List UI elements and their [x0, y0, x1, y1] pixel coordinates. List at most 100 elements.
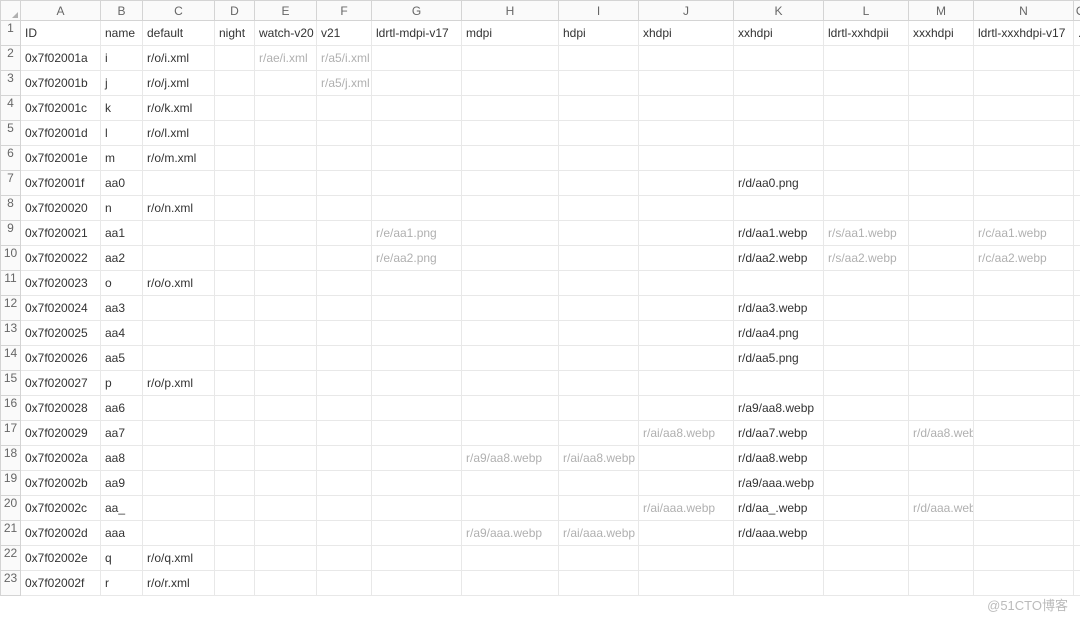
cell-G18[interactable] [372, 446, 462, 471]
cell-G4[interactable] [372, 96, 462, 121]
cell-O3[interactable] [1074, 71, 1080, 96]
cell-C18[interactable] [143, 446, 215, 471]
cell-N22[interactable] [974, 546, 1074, 571]
cell-I5[interactable] [559, 121, 639, 146]
cell-C22[interactable]: r/o/q.xml [143, 546, 215, 571]
cell-G14[interactable] [372, 346, 462, 371]
cell-M9[interactable] [909, 221, 974, 246]
cell-N9[interactable]: r/c/aa1.webp [974, 221, 1074, 246]
cell-H7[interactable] [462, 171, 559, 196]
cell-D5[interactable] [215, 121, 255, 146]
cell-I18[interactable]: r/ai/aa8.webp [559, 446, 639, 471]
cell-E17[interactable] [255, 421, 317, 446]
column-header-E[interactable]: E [255, 1, 317, 21]
cell-F5[interactable] [317, 121, 372, 146]
cell-E19[interactable] [255, 471, 317, 496]
cell-H4[interactable] [462, 96, 559, 121]
cell-I3[interactable] [559, 71, 639, 96]
cell-E11[interactable] [255, 271, 317, 296]
cell-D12[interactable] [215, 296, 255, 321]
cell-I14[interactable] [559, 346, 639, 371]
cell-M15[interactable] [909, 371, 974, 396]
cell-L15[interactable] [824, 371, 909, 396]
cell-F23[interactable] [317, 571, 372, 596]
cell-L22[interactable] [824, 546, 909, 571]
cell-I19[interactable] [559, 471, 639, 496]
row-header-2[interactable]: 2 [1, 46, 21, 71]
cell-A21[interactable]: 0x7f02002d [21, 521, 101, 546]
cell-A8[interactable]: 0x7f020020 [21, 196, 101, 221]
cell-B21[interactable]: aaa [101, 521, 143, 546]
cell-N20[interactable] [974, 496, 1074, 521]
cell-J17[interactable]: r/ai/aa8.webp [639, 421, 734, 446]
cell-O22[interactable] [1074, 546, 1080, 571]
cell-I13[interactable] [559, 321, 639, 346]
cell-N23[interactable] [974, 571, 1074, 596]
cell-L9[interactable]: r/s/aa1.webp [824, 221, 909, 246]
cell-G22[interactable] [372, 546, 462, 571]
cell-O14[interactable] [1074, 346, 1080, 371]
row-header-10[interactable]: 10 [1, 246, 21, 271]
cell-F3[interactable]: r/a5/j.xml [317, 71, 372, 96]
cell-B1[interactable]: name [101, 21, 143, 46]
cell-N2[interactable] [974, 46, 1074, 71]
cell-M19[interactable] [909, 471, 974, 496]
cell-K8[interactable] [734, 196, 824, 221]
cell-A6[interactable]: 0x7f02001e [21, 146, 101, 171]
cell-L20[interactable] [824, 496, 909, 521]
cell-G20[interactable] [372, 496, 462, 521]
cell-O13[interactable] [1074, 321, 1080, 346]
cell-L13[interactable] [824, 321, 909, 346]
cell-F7[interactable] [317, 171, 372, 196]
cell-N8[interactable] [974, 196, 1074, 221]
cell-D8[interactable] [215, 196, 255, 221]
cell-J13[interactable] [639, 321, 734, 346]
cell-E18[interactable] [255, 446, 317, 471]
cell-D14[interactable] [215, 346, 255, 371]
cell-N21[interactable] [974, 521, 1074, 546]
cell-I21[interactable]: r/ai/aaa.webp [559, 521, 639, 546]
row-header-5[interactable]: 5 [1, 121, 21, 146]
cell-A7[interactable]: 0x7f02001f [21, 171, 101, 196]
cell-E23[interactable] [255, 571, 317, 596]
cell-N12[interactable] [974, 296, 1074, 321]
cell-L3[interactable] [824, 71, 909, 96]
row-header-23[interactable]: 23 [1, 571, 21, 596]
cell-M20[interactable]: r/d/aaa.webp [909, 496, 974, 521]
cell-K18[interactable]: r/d/aa8.webp [734, 446, 824, 471]
cell-G9[interactable]: r/e/aa1.png [372, 221, 462, 246]
cell-D13[interactable] [215, 321, 255, 346]
cell-A22[interactable]: 0x7f02002e [21, 546, 101, 571]
cell-L5[interactable] [824, 121, 909, 146]
cell-H5[interactable] [462, 121, 559, 146]
cell-M21[interactable] [909, 521, 974, 546]
cell-I1[interactable]: hdpi [559, 21, 639, 46]
cell-J3[interactable] [639, 71, 734, 96]
row-header-17[interactable]: 17 [1, 421, 21, 446]
cell-A3[interactable]: 0x7f02001b [21, 71, 101, 96]
row-header-19[interactable]: 19 [1, 471, 21, 496]
cell-M1[interactable]: xxxhdpi [909, 21, 974, 46]
cell-O15[interactable] [1074, 371, 1080, 396]
cell-C21[interactable] [143, 521, 215, 546]
cell-E21[interactable] [255, 521, 317, 546]
cell-N19[interactable] [974, 471, 1074, 496]
cell-N7[interactable] [974, 171, 1074, 196]
cell-D2[interactable] [215, 46, 255, 71]
cell-O21[interactable] [1074, 521, 1080, 546]
cell-M8[interactable] [909, 196, 974, 221]
cell-H13[interactable] [462, 321, 559, 346]
cell-H6[interactable] [462, 146, 559, 171]
column-header-H[interactable]: H [462, 1, 559, 21]
row-header-1[interactable]: 1 [1, 21, 21, 46]
cell-K4[interactable] [734, 96, 824, 121]
row-header-6[interactable]: 6 [1, 146, 21, 171]
cell-C7[interactable] [143, 171, 215, 196]
cell-K20[interactable]: r/d/aa_.webp [734, 496, 824, 521]
cell-E14[interactable] [255, 346, 317, 371]
cell-L17[interactable] [824, 421, 909, 446]
cell-J7[interactable] [639, 171, 734, 196]
cell-B2[interactable]: i [101, 46, 143, 71]
select-all-corner[interactable] [1, 1, 21, 21]
cell-O7[interactable] [1074, 171, 1080, 196]
